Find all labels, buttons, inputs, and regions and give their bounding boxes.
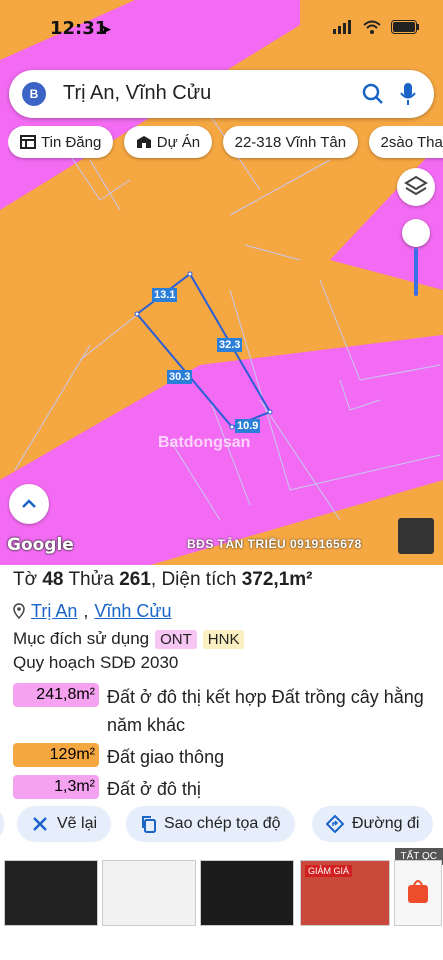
ad-product-image[interactable] xyxy=(200,860,294,926)
chip-area[interactable]: 2sào Thar xyxy=(368,126,443,158)
plan-area-badge: 241,8m² xyxy=(13,683,99,707)
location-link-district[interactable]: Vĩnh Cửu xyxy=(94,601,171,622)
plan-item-text: Đất ở đô thị kết hợp Đất trồng cây hằng … xyxy=(107,687,424,735)
dimension-label: 13.1 xyxy=(152,288,178,302)
location-pin-icon xyxy=(13,603,25,619)
directions-button[interactable]: Đường đi xyxy=(312,806,434,842)
agent-watermark: BĐS TÂN TRIỀU 0919165678 xyxy=(187,537,362,551)
plan-item: 1,3m² Đất ở đô thị xyxy=(13,775,430,803)
battery-icon xyxy=(391,20,419,34)
search-input[interactable]: Trị An, Vĩnh Cửu xyxy=(63,82,211,105)
redraw-button[interactable]: Vẽ lại xyxy=(17,806,112,842)
google-logo: Google xyxy=(7,535,74,555)
status-bar: 12:31 ➤ xyxy=(0,0,443,62)
hidden-action-button[interactable] xyxy=(0,806,4,842)
action-bar: Vẽ lại Sao chép tọa độ Đường đi xyxy=(0,806,443,844)
plan-item-text: Đất ở đô thị xyxy=(107,779,201,799)
copy-icon xyxy=(142,816,156,833)
search-bar[interactable]: B Trị An, Vĩnh Cửu xyxy=(9,70,434,118)
plan-area-badge: 1,3m² xyxy=(13,775,99,799)
chip-parcel[interactable]: 22-318 Vĩnh Tân xyxy=(222,126,359,158)
plan-item-text: Đất giao thông xyxy=(107,747,225,767)
usage-tag: ONT xyxy=(155,629,197,649)
chevron-up-icon xyxy=(22,499,36,508)
tools-icon xyxy=(33,817,47,831)
dimension-label: 32.3 xyxy=(217,338,243,352)
layers-icon xyxy=(404,175,428,196)
plan-area-badge: 129m² xyxy=(13,743,99,767)
ad-product-image[interactable] xyxy=(102,860,196,926)
sale-badge: GIẢM GIÁ xyxy=(305,865,353,877)
copy-coordinates-button[interactable]: Sao chép tọa độ xyxy=(126,806,295,842)
opacity-slider-handle[interactable] xyxy=(402,219,430,247)
cellular-signal-icon xyxy=(333,20,351,34)
plan-item: 129m² Đất giao thông xyxy=(13,743,430,771)
agent-portrait xyxy=(398,518,434,554)
plan-item: 241,8m² Đất ở đô thị kết hợp Đất trồng c… xyxy=(13,683,430,739)
ad-product-image[interactable] xyxy=(394,860,442,926)
search-icon[interactable] xyxy=(362,83,384,105)
location-link-commune[interactable]: Trị An xyxy=(31,601,77,622)
usage-tag: HNK xyxy=(202,629,245,649)
avatar[interactable]: B xyxy=(22,82,46,106)
opacity-slider-track[interactable] xyxy=(414,248,418,296)
ad-banner[interactable]: TẤT QC GIẢM GIÁ xyxy=(0,848,443,928)
layers-button[interactable] xyxy=(397,168,435,206)
parcel-info-panel: Tờ 48 Thửa 261, Diện tích 372,1m² Trị An… xyxy=(0,565,443,803)
map-view[interactable]: 12:31 ➤ B Trị An, Vĩnh Cửu Tin Đăng Dự Á… xyxy=(0,0,443,565)
dimension-label: 30.3 xyxy=(167,370,193,384)
shopee-bag-icon xyxy=(408,880,428,903)
clock: 12:31 xyxy=(50,18,108,39)
expand-button[interactable] xyxy=(9,484,49,524)
building-icon xyxy=(136,136,151,148)
dimension-label: 10.9 xyxy=(235,419,261,433)
parcel-location: Trị An, Vĩnh Cửu xyxy=(13,597,430,625)
land-use: Mục đích sử dụng ONT HNK xyxy=(13,625,430,653)
location-arrow-icon: ➤ xyxy=(100,21,112,37)
directions-icon xyxy=(326,815,344,833)
filter-chips: Tin Đăng Dự Án 22-318 Vĩnh Tân 2sào Thar xyxy=(8,126,443,162)
center-watermark: Batdongsan xyxy=(158,434,251,451)
ad-product-image[interactable]: GIẢM GIÁ xyxy=(300,860,390,926)
listing-icon xyxy=(20,135,36,149)
microphone-icon[interactable] xyxy=(400,82,416,106)
chip-listings[interactable]: Tin Đăng xyxy=(8,126,114,158)
plan-heading: Quy hoạch SDĐ 2030 xyxy=(13,653,179,672)
ad-product-image[interactable] xyxy=(4,860,98,926)
parcel-title: Tờ 48 Thửa 261, Diện tích 372,1m² xyxy=(13,569,313,590)
chip-projects[interactable]: Dự Án xyxy=(123,126,213,158)
wifi-icon xyxy=(363,20,381,34)
